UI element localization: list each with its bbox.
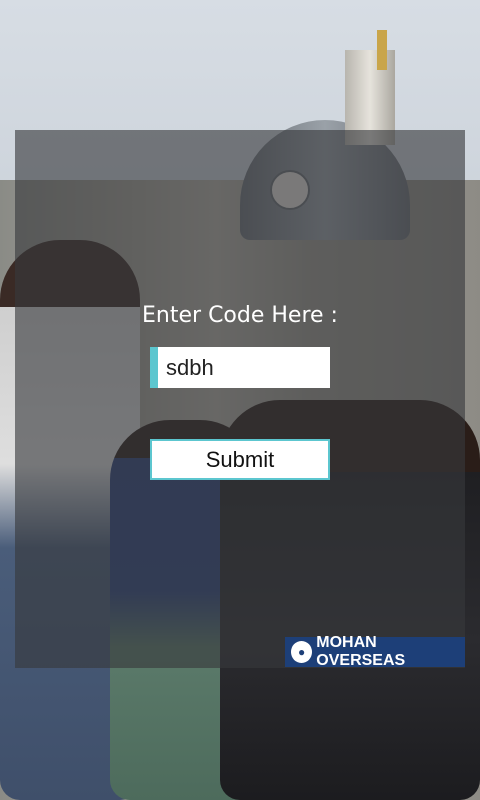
submit-button[interactable]: Submit — [150, 439, 330, 480]
overlay-panel — [15, 130, 465, 668]
globe-icon: ● — [291, 641, 313, 663]
spire — [377, 30, 387, 70]
brand-logo: ● MOHAN OVERSEAS — [285, 634, 465, 669]
code-input[interactable] — [150, 347, 330, 388]
brand-logo-text: MOHAN OVERSEAS — [316, 634, 406, 669]
code-prompt-label: Enter Code Here : — [142, 303, 338, 328]
